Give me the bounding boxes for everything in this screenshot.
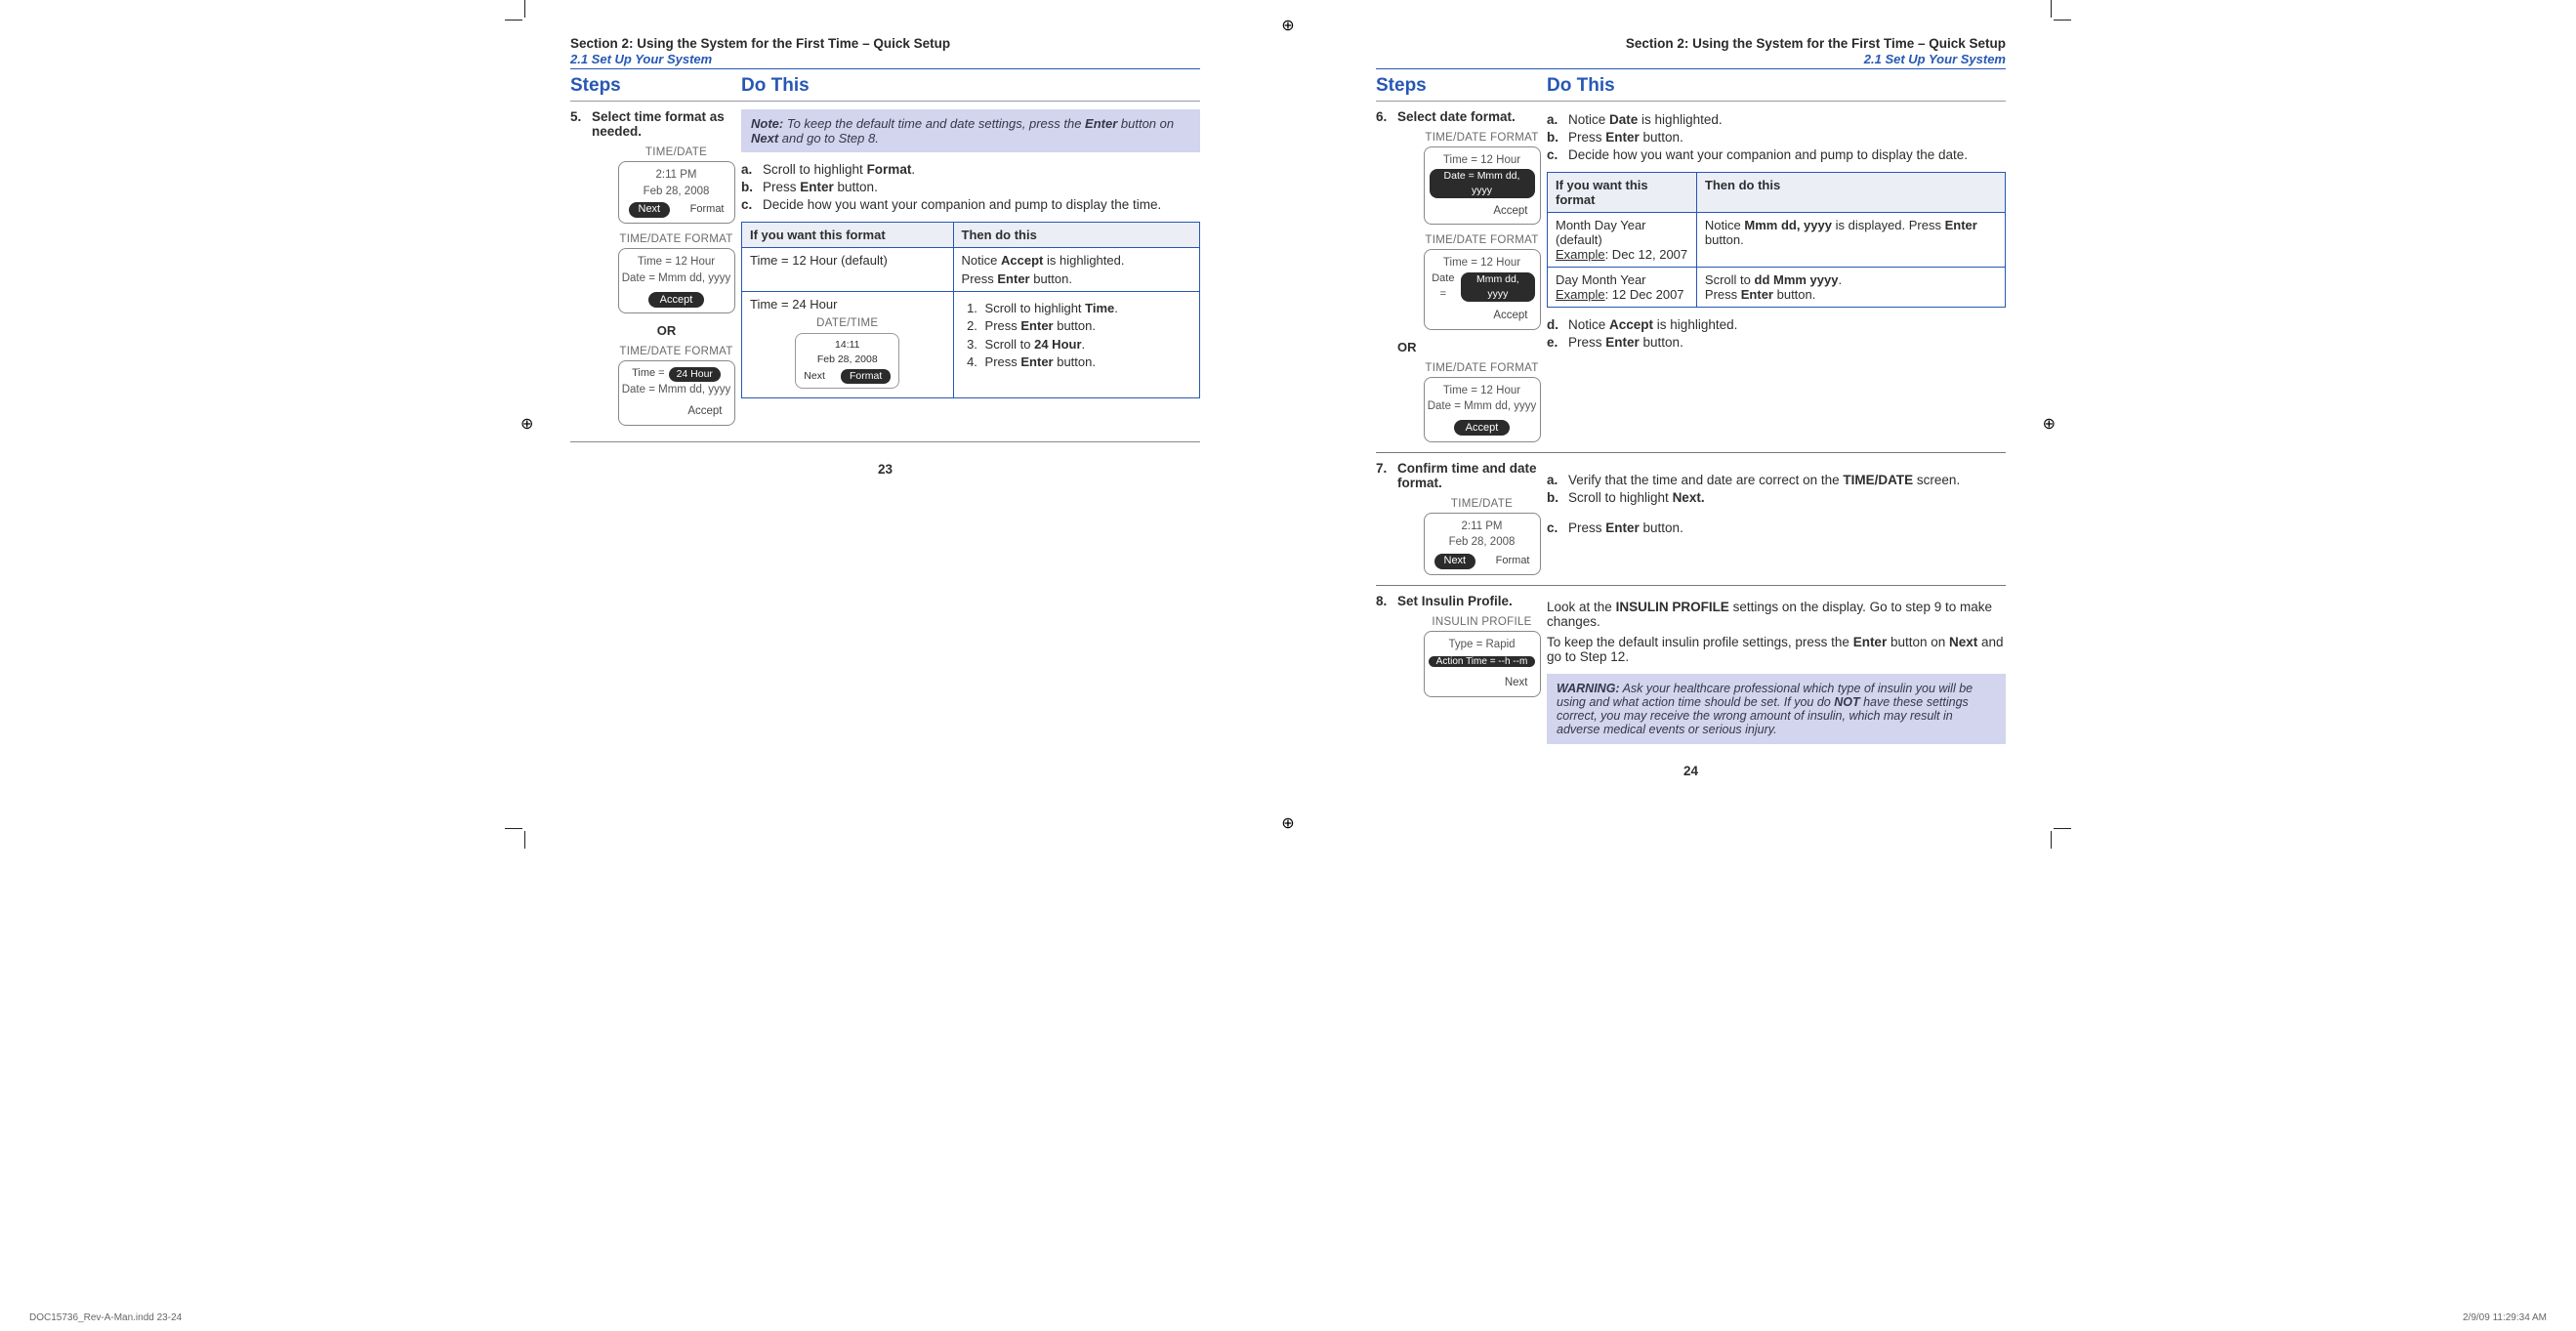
format-button: Format — [841, 369, 891, 384]
steps-heading: Steps — [1376, 75, 1547, 97]
registration-icon: ⊕ — [520, 414, 533, 434]
list-item: a.Verify that the time and date are corr… — [1547, 473, 2006, 487]
page-number: 24 — [1376, 764, 2006, 778]
device-screen: Type = Rapid Action Time = --h --m Next — [1424, 631, 1541, 697]
device-screen: Time = 24 Hour Date = Mmm dd, yyyy Accep… — [618, 360, 735, 425]
list-item: c.Decide how you want your companion and… — [1547, 147, 2006, 162]
page-23: Section 2: Using the System for the Firs… — [541, 21, 1229, 827]
date-format-table: If you want this formatThen do this Mont… — [1547, 172, 2006, 308]
page-number: 23 — [570, 462, 1200, 477]
accept-button: Accept — [619, 403, 734, 420]
device-screen: 2:11 PM Feb 28, 2008 Next Format — [618, 161, 735, 224]
section-header: Section 2: Using the System for the Firs… — [1376, 36, 2006, 51]
accept-button: Accept — [648, 292, 705, 308]
screen-title: TIME/DATE FORMAT — [611, 346, 741, 357]
step-title: Set Insulin Profile. — [1397, 594, 1547, 608]
list-item: e.Press Enter button. — [1547, 335, 2006, 350]
steps-heading: Steps — [570, 75, 741, 97]
date-format-pill: Date = Mmm dd, yyyy — [1430, 169, 1535, 198]
paragraph: Look at the INSULIN PROFILE settings on … — [1547, 600, 2006, 629]
step-title: Select time format as needed. — [592, 109, 741, 139]
step-number: 8. — [1376, 594, 1397, 744]
list-item: Press Enter button. — [981, 318, 1191, 333]
step-7: 7. Confirm time and date format. TIME/DA… — [1376, 452, 2006, 585]
page-24: Section 2: Using the System for the Firs… — [1347, 21, 2035, 827]
list-item: a.Notice Date is highlighted. — [1547, 112, 2006, 127]
step-5: 5. Select time format as needed. TIME/DA… — [570, 101, 1200, 436]
list-item: c.Press Enter button. — [1547, 520, 2006, 535]
do-this-heading: Do This — [741, 75, 1200, 97]
warning-box: WARNING: Ask your healthcare professiona… — [1547, 674, 2006, 744]
next-button: Next — [804, 369, 825, 384]
list-item: a.Scroll to highlight Format. — [741, 162, 1200, 177]
section-subheader: 2.1 Set Up Your System — [1376, 52, 2006, 66]
list-item: Press Enter button. — [981, 354, 1191, 369]
device-screen: Time = 12 Hour Date = Mmm dd, yyyy Accep… — [1424, 377, 1541, 442]
registration-icon: ⊕ — [2043, 414, 2056, 434]
screen-title: TIME/DATE FORMAT — [611, 233, 741, 245]
next-button: Next — [1434, 554, 1476, 569]
format-button: Format — [690, 202, 725, 218]
step-number: 7. — [1376, 461, 1397, 585]
next-button: Next — [1425, 675, 1540, 691]
list-item: c.Decide how you want your companion and… — [741, 197, 1200, 212]
step-title: Confirm time and date format. — [1397, 461, 1547, 490]
device-screen: Time = 12 Hour Date = Mmm dd, yyyy Accep… — [1424, 146, 1541, 225]
time-format-table: If you want this format Then do this Tim… — [741, 222, 1200, 398]
list-item: b.Scroll to highlight Next. — [1547, 490, 2006, 505]
step-number: 5. — [570, 109, 592, 436]
step-6: 6. Select date format. TIME/DATE FORMAT … — [1376, 101, 2006, 452]
print-timestamp: 2/9/09 11:29:34 AM — [2463, 1312, 2547, 1323]
list-item: d.Notice Accept is highlighted. — [1547, 317, 2006, 332]
list-item: b.Press Enter button. — [741, 180, 1200, 194]
date-format-pill: Mmm dd, yyyy — [1461, 272, 1534, 302]
next-button: Next — [629, 202, 671, 218]
time-format-pill: 24 Hour — [669, 367, 721, 382]
list-item: Scroll to highlight Time. — [981, 301, 1191, 315]
accept-button: Accept — [1454, 420, 1511, 436]
format-button: Format — [1496, 554, 1530, 569]
list-item: Scroll to 24 Hour. — [981, 337, 1191, 352]
registration-icon: ⊕ — [1281, 16, 1294, 35]
screen-title: TIME/DATE — [611, 146, 741, 158]
do-this-heading: Do This — [1547, 75, 2006, 97]
registration-icon: ⊕ — [1281, 813, 1294, 833]
paragraph: To keep the default insulin profile sett… — [1547, 635, 2006, 664]
or-label: OR — [592, 323, 741, 338]
device-screen: Time = 12 Hour Date = Mmm dd, yyyy Accep… — [1424, 249, 1541, 329]
list-item: b.Press Enter button. — [1547, 130, 2006, 145]
doc-id: DOC15736_Rev-A-Man.indd 23-24 — [29, 1312, 182, 1323]
action-time-pill: Action Time = --h --m — [1429, 656, 1536, 667]
or-label: OR — [1397, 340, 1547, 354]
device-screen: Time = 12 Hour Date = Mmm dd, yyyy Accep… — [618, 248, 735, 313]
section-header: Section 2: Using the System for the Firs… — [570, 36, 1200, 51]
section-subheader: 2.1 Set Up Your System — [570, 52, 1200, 66]
footer: DOC15736_Rev-A-Man.indd 23-24 2/9/09 11:… — [29, 1312, 2547, 1323]
step-number: 6. — [1376, 109, 1397, 452]
step-title: Select date format. — [1397, 109, 1547, 124]
device-screen: 2:11 PM Feb 28, 2008 Next Format — [1424, 513, 1541, 575]
device-screen: 14:11 Feb 28, 2008 Next Format — [795, 333, 899, 389]
step-8: 8. Set Insulin Profile. INSULIN PROFILE … — [1376, 585, 2006, 744]
note-box: Note: To keep the default time and date … — [741, 109, 1200, 152]
